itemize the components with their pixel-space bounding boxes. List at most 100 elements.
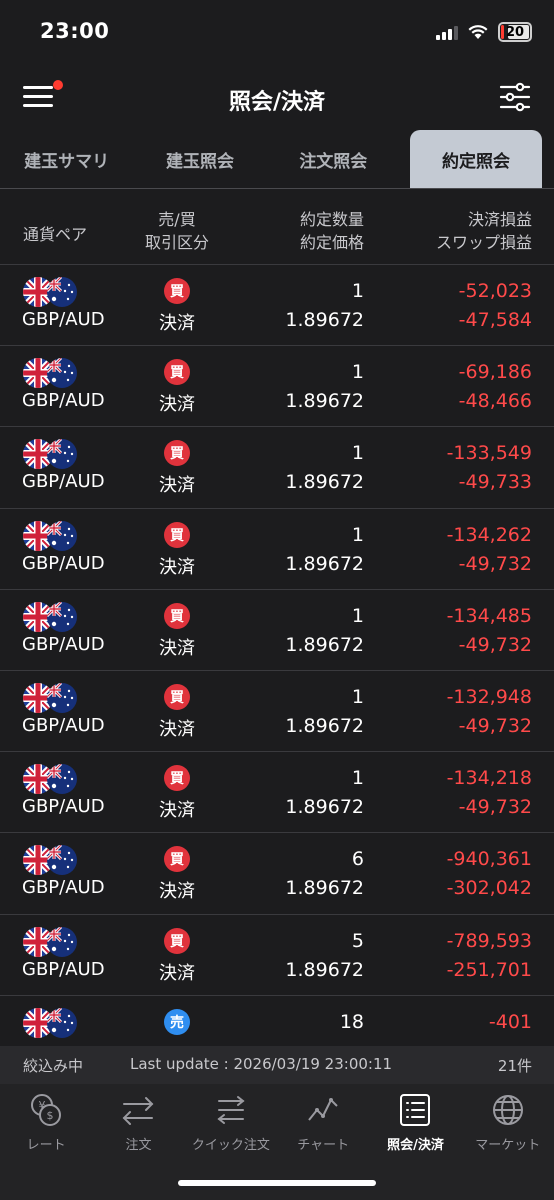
col-side-line2: 取引区分 xyxy=(144,233,209,252)
tab-order-inquiry[interactable]: 注文照会 xyxy=(267,130,400,188)
executed-quantity: 1 xyxy=(351,280,364,302)
trade-type: 決済 xyxy=(159,394,195,416)
nav-rate-label: レート xyxy=(26,1138,66,1153)
swap-pl: -49,732 xyxy=(458,633,532,656)
executed-price: 1.89672 xyxy=(285,877,364,900)
nav-quick-order-label: クイック注文 xyxy=(191,1138,270,1153)
col-qty-line2: 約定価格 xyxy=(299,233,364,252)
executed-price: 1.89672 xyxy=(285,796,364,819)
globe-icon xyxy=(492,1095,523,1125)
col-side: 売/買 取引区分 xyxy=(137,208,217,254)
quick-order-icon xyxy=(217,1096,245,1124)
cellular-signal-icon xyxy=(436,24,458,40)
nav-inquiry[interactable]: 照会/決済 xyxy=(369,1084,461,1200)
tab-position-summary[interactable]: 建玉サマリ xyxy=(0,130,133,188)
execution-row[interactable]: GBP/AUD 買決済 1 1.89672 -52,023 -47,584 xyxy=(0,265,554,347)
australia-flag-icon xyxy=(47,1007,77,1038)
trade-type: 決済 xyxy=(159,556,195,578)
side-badge: 買 xyxy=(164,683,190,710)
australia-flag-icon xyxy=(47,358,77,389)
settlement-pl: -69,186 xyxy=(458,361,532,384)
executed-quantity: 5 xyxy=(351,929,364,952)
settlement-pl: -52,023 xyxy=(458,280,532,302)
trade-type: 決済 xyxy=(159,313,195,334)
col-pl-line2: スワップ損益 xyxy=(435,233,532,252)
settlement-pl: -789,593 xyxy=(446,929,532,952)
col-side-line1: 売/買 xyxy=(158,210,196,229)
side-badge: 買 xyxy=(164,927,190,954)
executed-price: 1.89672 xyxy=(285,714,364,737)
execution-row[interactable]: GBP/AUD 買決済 1 1.89672 -134,218 -49,732 xyxy=(0,752,554,834)
executed-quantity: 1 xyxy=(351,604,364,627)
execution-row[interactable]: GBP/AUD 買決済 5 1.89672 -789,593 -251,701 xyxy=(0,915,554,996)
executed-quantity: 1 xyxy=(351,442,364,465)
execution-row[interactable]: GBP/AUD 買決済 1 1.89672 -132,948 -49,732 xyxy=(0,671,554,753)
tab-execution-inquiry[interactable]: 約定照会 xyxy=(409,130,542,188)
nav-order[interactable]: 注文 xyxy=(92,1084,184,1200)
currency-flags xyxy=(23,764,81,795)
settlement-pl: -132,948 xyxy=(446,685,532,708)
executed-price: 1.89672 xyxy=(285,958,364,981)
execution-row[interactable]: GBP/AUD 買決済 1 1.89672 -134,262 -49,732 xyxy=(0,509,554,590)
swap-pl: -49,733 xyxy=(458,471,532,494)
order-arrows-icon xyxy=(123,1097,154,1125)
executed-quantity: 1 xyxy=(351,361,364,384)
execution-row[interactable]: GBP/AUD 買決済 6 1.89672 -940,361 -302,042 xyxy=(0,833,554,915)
nav-order-label: 注文 xyxy=(125,1138,152,1153)
settlement-pl: -940,361 xyxy=(446,848,532,871)
execution-row[interactable]: 売 18 -401 xyxy=(0,996,554,1046)
svg-text:$: $ xyxy=(47,1109,54,1122)
status-time: 23:00 xyxy=(40,19,110,43)
swap-pl: -48,466 xyxy=(458,390,532,413)
nav-header: 照会/決済 xyxy=(0,66,554,130)
status-icons: 20 xyxy=(436,22,532,42)
side-badge: 買 xyxy=(164,602,190,629)
page-title: 照会/決済 xyxy=(228,90,326,115)
side-badge: 売 xyxy=(164,1008,190,1035)
filter-label: 絞込み中 xyxy=(23,1057,84,1075)
settlement-pl: -133,549 xyxy=(446,442,532,465)
swap-pl: -49,732 xyxy=(458,714,532,737)
executed-quantity: 1 xyxy=(351,685,364,708)
col-qty-line1: 約定数量 xyxy=(299,210,364,229)
currency-pair: GBP/AUD xyxy=(22,471,105,493)
side-badge: 買 xyxy=(164,359,190,386)
execution-row[interactable]: GBP/AUD 買決済 1 1.89672 -69,186 -48,466 xyxy=(0,346,554,428)
side-badge: 買 xyxy=(164,440,190,467)
column-header: 通貨ペア 売/買 取引区分 約定数量 約定価格 決済損益 スワップ損益 xyxy=(0,190,554,265)
swap-pl: -302,042 xyxy=(446,877,532,900)
nav-rate[interactable]: ¥ $ レート xyxy=(0,1084,92,1200)
executed-price: 1.89672 xyxy=(285,552,364,575)
tab-position-inquiry[interactable]: 建玉照会 xyxy=(133,130,266,188)
home-indicator xyxy=(178,1180,376,1186)
tab-bar: 建玉サマリ 建玉照会 注文照会 約定照会 xyxy=(0,130,554,189)
executed-quantity: 18 xyxy=(339,1010,364,1033)
executed-price: 1.89672 xyxy=(285,309,364,331)
execution-row[interactable]: GBP/AUD 買決済 1 1.89672 -133,549 -49,733 xyxy=(0,427,554,509)
side-badge: 買 xyxy=(164,278,190,304)
col-qty: 約定数量 約定価格 xyxy=(300,208,364,254)
execution-row[interactable]: GBP/AUD 買決済 1 1.89672 -134,485 -49,732 xyxy=(0,590,554,671)
trade-type: 決済 xyxy=(159,800,195,822)
australia-flag-icon xyxy=(47,764,77,795)
currency-pair: GBP/AUD xyxy=(22,390,105,412)
currency-pair: GBP/AUD xyxy=(22,714,105,736)
wifi-icon xyxy=(468,25,488,39)
australia-flag-icon xyxy=(47,926,77,957)
side-badge: 買 xyxy=(164,846,190,873)
nav-market-label: マーケット xyxy=(475,1138,541,1153)
currency-pair: GBP/AUD xyxy=(22,877,105,899)
side-badge: 買 xyxy=(164,521,190,548)
trade-type: 決済 xyxy=(159,637,195,659)
filter-settings-button[interactable] xyxy=(499,82,531,112)
execution-list: GBP/AUD 買決済 1 1.89672 -52,023 -47,584 GBP/AUD 買… xyxy=(0,265,554,1046)
side-badge: 買 xyxy=(164,765,190,792)
status-bar: 23:00 20 xyxy=(0,0,554,66)
trade-type: 決済 xyxy=(159,718,195,740)
currency-pair: GBP/AUD xyxy=(22,958,105,980)
nav-market[interactable]: マーケット xyxy=(462,1084,554,1200)
last-update: Last update : 2026/03/19 23:00:11 xyxy=(130,1055,393,1073)
australia-flag-icon xyxy=(47,601,77,632)
col-pl-line1: 決済損益 xyxy=(467,210,532,229)
currency-pair: GBP/AUD xyxy=(22,552,105,574)
